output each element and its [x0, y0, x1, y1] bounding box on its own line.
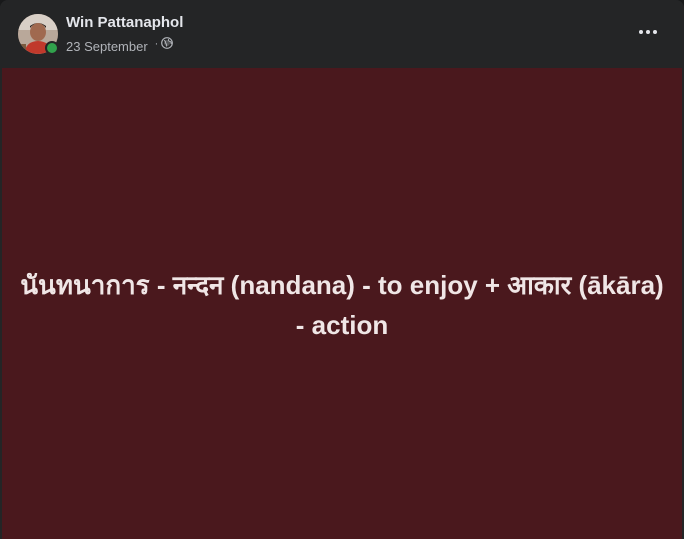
more-options-button[interactable] — [632, 20, 664, 44]
online-status-indicator — [45, 41, 59, 55]
post-meta: 23 September · — [66, 37, 174, 55]
globe-icon[interactable] — [161, 37, 174, 49]
post-timestamp[interactable]: 23 September — [66, 39, 148, 54]
post-card-text: นันทนาการ - नन्दन (nandana) - to enjoy +… — [20, 270, 664, 340]
more-dots-icon — [639, 30, 643, 34]
post: Win Pattanaphol 23 September · นันทนาการ… — [0, 0, 684, 539]
text-post-card[interactable]: นันทนาการ - नन्दन (nandana) - to enjoy +… — [2, 68, 682, 539]
post-header: Win Pattanaphol 23 September · — [0, 0, 684, 68]
author-name[interactable]: Win Pattanaphol — [66, 14, 183, 32]
meta-separator: · — [154, 38, 159, 50]
